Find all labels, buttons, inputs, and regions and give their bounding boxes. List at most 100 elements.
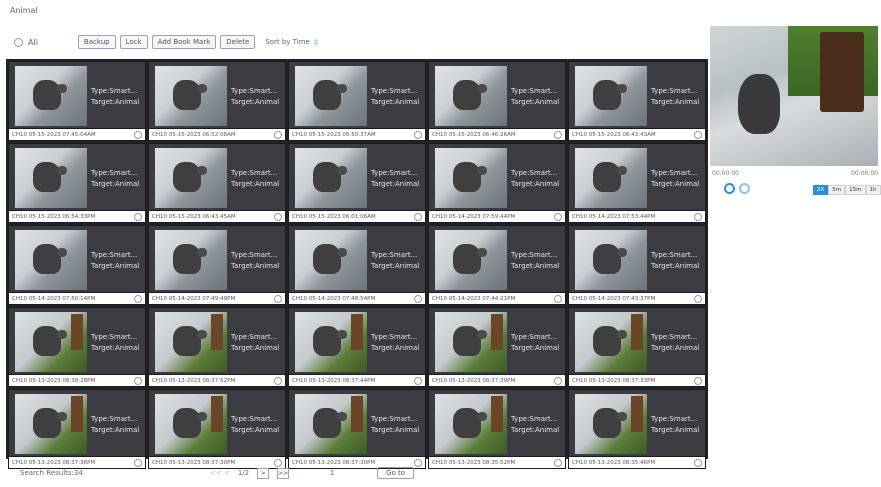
result-tile[interactable]: Type:Smart... Target:Animal CH10 05-14-202…	[428, 225, 566, 305]
result-tile[interactable]: Type:Smart... Target:Animal CH10 05-13-202…	[428, 307, 566, 387]
go-to-button[interactable]: Go to	[377, 467, 415, 479]
result-tile[interactable]: Type:Smart... Target:Animal CH10 05-15-202…	[148, 143, 286, 223]
thumbnail-image[interactable]	[295, 230, 367, 290]
result-tile[interactable]: Type:Smart... Target:Animal CH10 05-15-202…	[428, 61, 566, 141]
result-tile[interactable]: Type:Smart... Target:Animal CH10 05-13-202…	[288, 307, 426, 387]
result-tile[interactable]: Type:Smart... Target:Animal CH10 05-15-202…	[288, 143, 426, 223]
thumbnail-image[interactable]	[155, 230, 227, 290]
tile-target: Target:Animal	[91, 179, 140, 188]
result-tile[interactable]: Type:Smart... Target:Animal CH10 05-13-202…	[8, 389, 146, 469]
tile-timestamp: CH10 05-13-2023 08:37:36PM	[12, 459, 96, 466]
tile-select-radio[interactable]	[134, 130, 142, 139]
tile-target: Target:Animal	[91, 425, 140, 434]
tile-target: Target:Animal	[511, 425, 560, 434]
tile-select-radio[interactable]	[414, 294, 422, 303]
tile-select-radio[interactable]	[554, 130, 562, 139]
result-tile[interactable]: Type:Smart... Target:Animal CH10 05-15-202…	[568, 61, 706, 141]
speed-15m[interactable]: 15m	[845, 185, 866, 195]
thumbnail-image[interactable]	[575, 394, 647, 454]
tile-select-radio[interactable]	[694, 294, 702, 303]
thumbnail-image[interactable]	[575, 66, 647, 126]
select-all-radio[interactable]	[14, 37, 23, 47]
loop-icon[interactable]	[739, 183, 750, 194]
thumbnail-image[interactable]	[15, 230, 87, 290]
add-bookmark-button[interactable]: Add Book Mark	[151, 35, 217, 49]
thumbnail-image[interactable]	[15, 394, 87, 454]
thumbnail-image[interactable]	[435, 148, 507, 208]
tile-type: Type:Smart...	[231, 86, 278, 95]
result-tile[interactable]: Type:Smart... Target:Animal CH10 05-13-202…	[568, 307, 706, 387]
lock-button[interactable]: Lock	[119, 35, 148, 49]
result-tile[interactable]: Type:Smart... Target:Animal CH10 05-13-202…	[428, 389, 566, 469]
thumbnail-image[interactable]	[435, 312, 507, 372]
result-tile[interactable]: Type:Smart... Target:Animal CH10 05-15-202…	[288, 61, 426, 141]
result-tile[interactable]: Type:Smart... Target:Animal CH10 05-15-202…	[148, 61, 286, 141]
thumbnail-image[interactable]	[295, 66, 367, 126]
result-tile[interactable]: Type:Smart... Target:Animal CH10 05-14-202…	[148, 225, 286, 305]
result-tile[interactable]: Type:Smart... Target:Animal CH10 05-13-202…	[288, 389, 426, 469]
tile-target: Target:Animal	[651, 97, 700, 106]
speed-5m[interactable]: 5m	[828, 185, 846, 195]
tile-select-radio[interactable]	[694, 212, 702, 221]
thumbnail-image[interactable]	[295, 312, 367, 372]
thumbnail-image[interactable]	[155, 394, 227, 454]
sort-icon[interactable]: ⇳	[313, 38, 320, 47]
tile-select-radio[interactable]	[134, 212, 142, 221]
thumbnail-image[interactable]	[575, 312, 647, 372]
thumbnail-image[interactable]	[155, 66, 227, 126]
result-tile[interactable]: Type:Smart... Target:Animal CH10 05-15-202…	[8, 143, 146, 223]
tile-select-radio[interactable]	[274, 212, 282, 221]
tile-select-radio[interactable]	[274, 294, 282, 303]
tile-select-radio[interactable]	[694, 376, 702, 385]
result-tile[interactable]: Type:Smart... Target:Animal CH10 05-15-202…	[8, 61, 146, 141]
result-tile[interactable]: Type:Smart... Target:Animal CH10 05-13-202…	[8, 307, 146, 387]
result-tile[interactable]: Type:Smart... Target:Animal CH10 05-14-202…	[428, 143, 566, 223]
tile-select-radio[interactable]	[414, 212, 422, 221]
result-tile[interactable]: Type:Smart... Target:Animal CH10 05-13-202…	[148, 389, 286, 469]
sort-by-time[interactable]: Sort by Time ⇳	[265, 38, 319, 47]
result-tile[interactable]: Type:Smart... Target:Animal CH10 05-14-202…	[568, 143, 706, 223]
last-page-button[interactable]: >>	[277, 467, 290, 479]
next-page-button[interactable]: >	[257, 467, 270, 479]
thumbnail-image[interactable]	[295, 394, 367, 454]
thumbnail-image[interactable]	[15, 66, 87, 126]
tile-select-radio[interactable]	[134, 294, 142, 303]
result-tile[interactable]: Type:Smart... Target:Animal CH10 05-14-202…	[8, 225, 146, 305]
thumbnail-image[interactable]	[435, 66, 507, 126]
thumbnail-image[interactable]	[295, 148, 367, 208]
select-all-option[interactable]: All	[14, 37, 38, 47]
tile-select-radio[interactable]	[694, 130, 702, 139]
backup-button[interactable]: Backup	[77, 35, 116, 49]
result-tile[interactable]: Type:Smart... Target:Animal CH10 05-14-202…	[288, 225, 426, 305]
tile-target: Target:Animal	[511, 343, 560, 352]
result-tile[interactable]: Type:Smart... Target:Animal CH10 05-13-202…	[568, 389, 706, 469]
tile-select-radio[interactable]	[414, 376, 422, 385]
thumbnail-image[interactable]	[15, 312, 87, 372]
tile-timestamp: CH10 05-15-2023 06:46:26AM	[432, 131, 516, 138]
tile-select-radio[interactable]	[414, 130, 422, 139]
thumbnail-image[interactable]	[435, 394, 507, 454]
thumbnail-image[interactable]	[575, 148, 647, 208]
tile-target: Target:Animal	[91, 343, 140, 352]
preview-player[interactable]	[710, 26, 878, 166]
result-tile[interactable]: Type:Smart... Target:Animal CH10 05-13-202…	[148, 307, 286, 387]
page-number-input[interactable]: 1	[317, 469, 347, 477]
thumbnail-image[interactable]	[155, 312, 227, 372]
preview-controls	[724, 183, 750, 194]
tile-select-radio[interactable]	[554, 212, 562, 221]
thumbnail-image[interactable]	[155, 148, 227, 208]
speed-1h[interactable]: 1h	[865, 185, 881, 195]
tile-select-radio[interactable]	[274, 130, 282, 139]
delete-button[interactable]: Delete	[220, 35, 256, 49]
thumbnail-image[interactable]	[435, 230, 507, 290]
thumbnail-image[interactable]	[575, 230, 647, 290]
result-tile[interactable]: Type:Smart... Target:Animal CH10 05-14-202…	[568, 225, 706, 305]
play-icon[interactable]	[724, 183, 735, 194]
speed-2x[interactable]: 2X	[813, 185, 829, 195]
thumbnail-image[interactable]	[15, 148, 87, 208]
tile-select-radio[interactable]	[554, 376, 562, 385]
tile-select-radio[interactable]	[274, 376, 282, 385]
tile-select-radio[interactable]	[554, 294, 562, 303]
first-prev-page-button[interactable]: << <	[210, 469, 230, 477]
tile-select-radio[interactable]	[134, 376, 142, 385]
